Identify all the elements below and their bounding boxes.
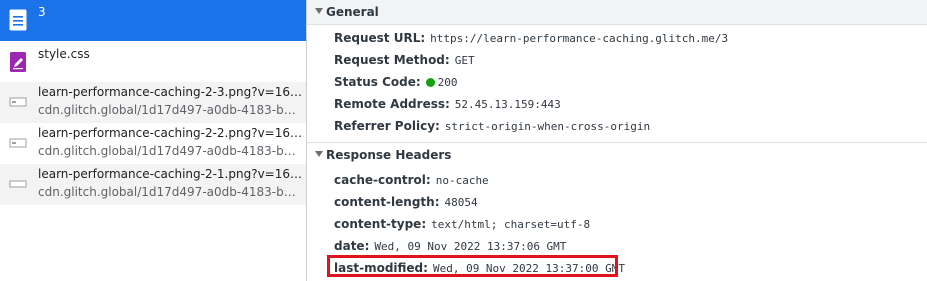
triangle-down-icon: [315, 151, 323, 157]
request-name: learn-performance-caching-2-3.png?v=1667…: [38, 85, 302, 99]
header-value: GET: [454, 54, 475, 67]
header-row-request-method: Request Method: GET: [334, 53, 475, 67]
general-section-header[interactable]: General: [307, 0, 927, 25]
request-domain: cdn.glitch.global/1d17d497-a0db-4183-b4e…: [38, 144, 302, 158]
header-value: no-cache: [435, 174, 489, 187]
request-item-image[interactable]: learn-performance-caching-2-1.png?v=1667…: [0, 164, 306, 205]
header-row-referrer-policy: Referrer Policy: strict-origin-when-cross…: [334, 119, 650, 133]
header-value: Wed, 09 Nov 2022 13:37:06 GMT: [374, 240, 567, 253]
general-title: General: [326, 5, 379, 19]
header-key: Request Method:: [334, 53, 450, 67]
header-row-remote-address: Remote Address: 52.45.13.159:443: [334, 97, 561, 111]
header-key: date:: [334, 239, 370, 253]
request-item-stylesheet[interactable]: style.css: [0, 41, 306, 82]
request-name: style.css: [38, 47, 90, 61]
request-domain: cdn.glitch.global/1d17d497-a0db-4183-b4e…: [38, 103, 302, 117]
headers-panel: General Request URL: https://learn-perfor…: [307, 0, 927, 281]
header-row-date: date: Wed, 09 Nov 2022 13:37:06 GMT: [334, 239, 566, 253]
header-row-request-url: Request URL: https://learn-performance-ca…: [334, 31, 728, 45]
request-domain: cdn.glitch.global/1d17d497-a0db-4183-b4e…: [38, 185, 302, 199]
image-icon: [9, 180, 27, 188]
header-key: cache-control:: [334, 173, 431, 187]
highlight-box: [327, 255, 618, 277]
triangle-down-icon: [315, 8, 323, 14]
document-icon: [9, 9, 27, 31]
header-value: 200: [437, 76, 458, 89]
request-item-image[interactable]: learn-performance-caching-2-3.png?v=1667…: [0, 82, 306, 123]
response-headers-section-header[interactable]: Response Headers: [307, 143, 927, 167]
header-value: strict-origin-when-cross-origin: [444, 120, 651, 133]
header-key: content-type:: [334, 217, 427, 231]
header-value: 52.45.13.159:443: [454, 98, 561, 111]
header-row-content-type: content-type: text/html; charset=utf-8: [334, 217, 590, 231]
request-name: learn-performance-caching-2-1.png?v=1667…: [38, 167, 302, 181]
header-value: text/html; charset=utf-8: [431, 218, 591, 231]
response-headers-title: Response Headers: [326, 148, 452, 162]
image-icon: [9, 97, 27, 107]
request-item-image[interactable]: learn-performance-caching-2-2.png?v=1667…: [0, 123, 306, 164]
header-key: Request URL:: [334, 31, 426, 45]
image-icon: [9, 138, 27, 148]
request-name: 3: [38, 5, 46, 19]
request-name: learn-performance-caching-2-2.png?v=1667…: [38, 126, 302, 140]
header-key: Status Code:: [334, 75, 421, 89]
header-row-cache-control: cache-control: no-cache: [334, 173, 489, 187]
stylesheet-icon: [10, 52, 26, 72]
request-list: 3 style.css learn-performance-caching-2-…: [0, 0, 306, 281]
header-value: https://learn-performance-caching.glitch…: [430, 32, 729, 45]
request-item-document[interactable]: 3: [0, 0, 306, 41]
header-row-content-length: content-length: 48054: [334, 195, 478, 209]
header-key: Referrer Policy:: [334, 119, 440, 133]
status-ok-icon: [425, 78, 435, 87]
header-value: 48054: [444, 196, 478, 209]
header-key: content-length:: [334, 195, 440, 209]
header-row-status-code: Status Code: 200: [334, 75, 458, 89]
header-key: Remote Address:: [334, 97, 450, 111]
